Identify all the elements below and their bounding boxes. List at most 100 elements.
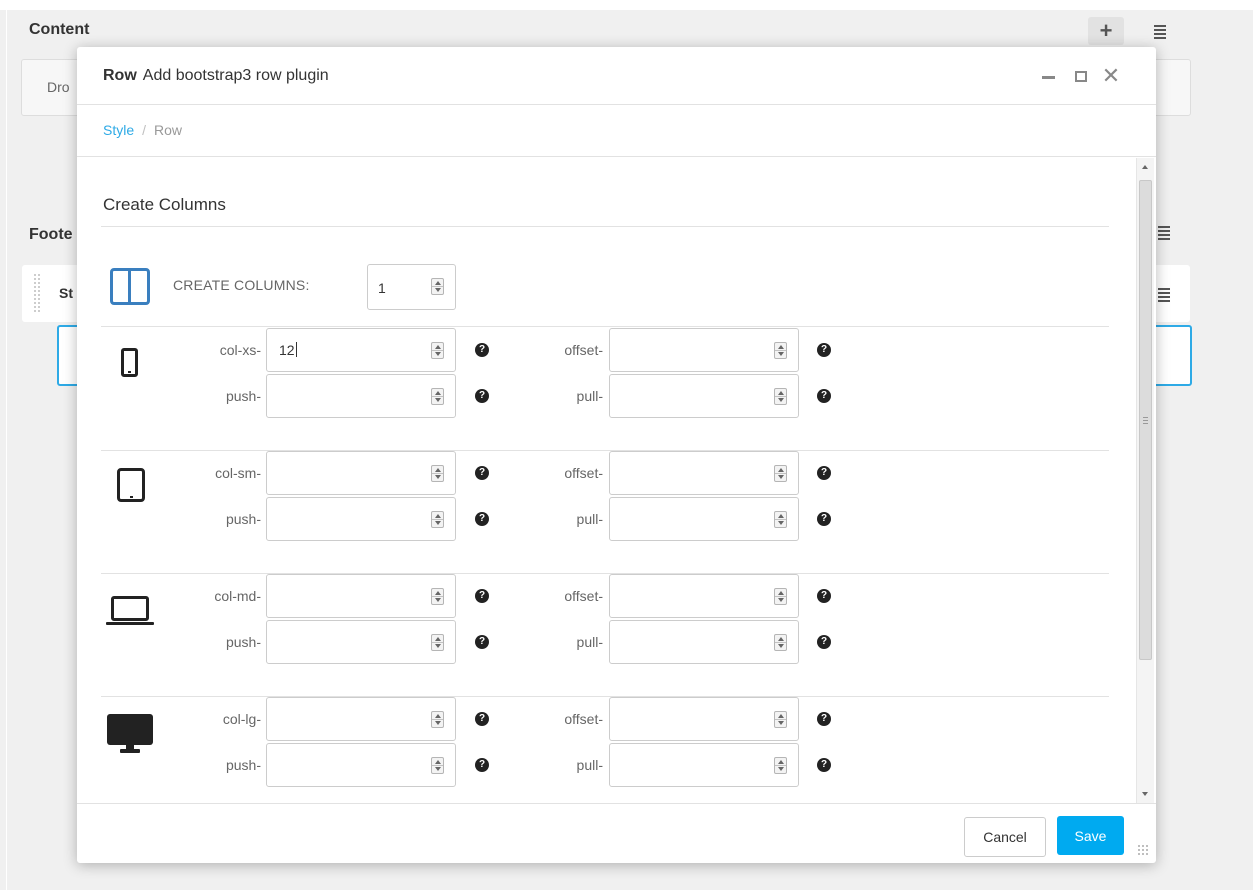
content-menu-button[interactable] (1142, 18, 1178, 46)
spinner-icon[interactable] (774, 588, 787, 605)
maximize-button[interactable] (1070, 65, 1092, 87)
resize-handle-icon[interactable] (1137, 844, 1149, 856)
push-input[interactable] (266, 743, 456, 787)
offset-label: offset- (564, 588, 603, 604)
help-icon[interactable]: ? (475, 389, 489, 403)
col-width-label: col-xs- (219, 342, 261, 358)
help-icon[interactable]: ? (817, 712, 831, 726)
divider (101, 326, 1109, 327)
scrollbar-thumb[interactable] (1139, 180, 1152, 660)
offset-input[interactable] (609, 328, 799, 372)
push-input[interactable] (266, 620, 456, 664)
footer-placeholder-title: Foote (29, 226, 73, 243)
pull-label: pull- (576, 388, 603, 404)
spinner-icon[interactable] (431, 711, 444, 728)
spinner-icon[interactable] (774, 342, 787, 359)
menu-icon (1158, 224, 1170, 242)
spinner-icon[interactable] (774, 388, 787, 405)
breadcrumb-current: Row (154, 122, 183, 138)
breadcrumb-style-link[interactable]: Style (103, 122, 134, 138)
push-input[interactable] (266, 497, 456, 541)
offset-input[interactable] (609, 451, 799, 495)
help-icon[interactable]: ? (817, 389, 831, 403)
close-button[interactable]: ✕ (1100, 63, 1122, 88)
spinner-icon[interactable] (431, 388, 444, 405)
col-width-label: col-sm- (215, 465, 261, 481)
device-section: col-md- ? offset- ? push- ? pull- ? (77, 574, 1117, 697)
help-icon[interactable]: ? (817, 635, 831, 649)
col-width-input[interactable] (266, 574, 456, 618)
content-placeholder-title: Content (29, 21, 90, 38)
scroll-down-icon[interactable] (1142, 792, 1148, 796)
breadcrumb-separator: / (142, 122, 147, 138)
help-icon[interactable]: ? (475, 758, 489, 772)
close-icon: ✕ (1101, 63, 1121, 88)
save-button[interactable]: Save (1057, 816, 1124, 855)
modal-title-text: Add bootstrap3 row plugin (142, 67, 329, 84)
push-label: push- (225, 388, 261, 404)
help-icon[interactable]: ? (817, 466, 831, 480)
col-width-input[interactable] (266, 697, 456, 741)
help-icon[interactable]: ? (817, 758, 831, 772)
push-input[interactable] (266, 374, 456, 418)
pull-input[interactable] (609, 497, 799, 541)
spinner-icon[interactable] (774, 757, 787, 774)
pull-label: pull- (576, 634, 603, 650)
cancel-button[interactable]: Cancel (964, 817, 1046, 857)
modal-header[interactable]: Row Add bootstrap3 row plugin ✕ (77, 47, 1156, 105)
maximize-icon (1075, 70, 1087, 82)
scroll-up-icon[interactable] (1142, 165, 1148, 169)
spinner-icon[interactable] (431, 634, 444, 651)
modal-title: Row Add bootstrap3 row plugin (103, 67, 329, 85)
offset-label: offset- (564, 711, 603, 727)
help-icon[interactable]: ? (475, 466, 489, 480)
help-icon[interactable]: ? (817, 589, 831, 603)
device-section: col-xs- 12 ? offset- ? push- ? pull- ? (77, 328, 1117, 451)
offset-label: offset- (564, 465, 603, 481)
help-icon[interactable]: ? (817, 512, 831, 526)
push-label: push- (225, 757, 261, 773)
spinner-icon[interactable] (431, 278, 444, 295)
spinner-icon[interactable] (431, 588, 444, 605)
spinner-icon[interactable] (774, 634, 787, 651)
spinner-icon[interactable] (774, 711, 787, 728)
spinner-icon[interactable] (774, 465, 787, 482)
offset-label: offset- (564, 342, 603, 358)
dropzone-text: Dro (47, 79, 70, 95)
scrollbar[interactable] (1136, 158, 1154, 803)
spinner-icon[interactable] (431, 465, 444, 482)
offset-input[interactable] (609, 574, 799, 618)
help-icon[interactable]: ? (475, 589, 489, 603)
section-title: Create Columns (103, 195, 226, 214)
columns-icon (110, 268, 150, 305)
modal-body: Create Columns CREATE COLUMNS: 1 col-xs-… (77, 158, 1156, 803)
create-columns-input[interactable]: 1 (367, 264, 456, 310)
menu-icon (1154, 23, 1166, 41)
minimize-icon (1041, 75, 1055, 79)
help-icon[interactable]: ? (475, 712, 489, 726)
plugin-label: St (59, 285, 73, 301)
help-icon[interactable]: ? (475, 343, 489, 357)
create-columns-value: 1 (378, 280, 386, 296)
col-width-input[interactable]: 12 (266, 328, 456, 372)
modal-title-plugin: Row (103, 67, 137, 84)
col-width-label: col-md- (214, 588, 261, 604)
spinner-icon[interactable] (774, 511, 787, 528)
spinner-icon[interactable] (431, 757, 444, 774)
help-icon[interactable]: ? (475, 635, 489, 649)
page-left-edge (6, 10, 7, 890)
pull-input[interactable] (609, 620, 799, 664)
spinner-icon[interactable] (431, 511, 444, 528)
drag-handle-icon[interactable] (33, 273, 42, 314)
minimize-button[interactable] (1037, 65, 1059, 87)
add-plugin-button[interactable]: + (1088, 17, 1124, 45)
pull-input[interactable] (609, 743, 799, 787)
col-width-input[interactable] (266, 451, 456, 495)
tablet-icon (117, 468, 145, 502)
laptop-icon (106, 596, 154, 626)
help-icon[interactable]: ? (475, 512, 489, 526)
offset-input[interactable] (609, 697, 799, 741)
help-icon[interactable]: ? (817, 343, 831, 357)
pull-input[interactable] (609, 374, 799, 418)
spinner-icon[interactable] (431, 342, 444, 359)
